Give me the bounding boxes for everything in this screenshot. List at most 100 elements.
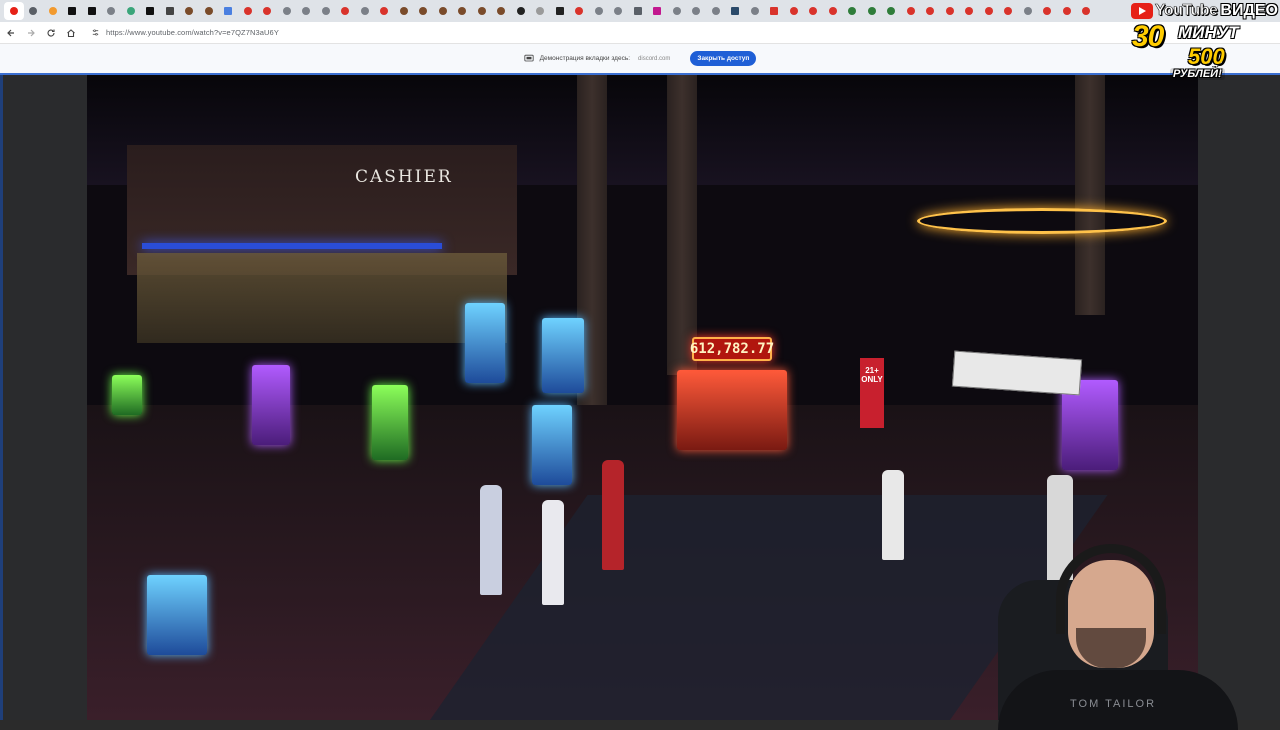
browser-tab[interactable]	[121, 2, 141, 20]
red-site-icon	[789, 7, 798, 15]
browser-toolbar: https://www.youtube.com/watch?v=e7QZ7N3a…	[0, 22, 1280, 44]
browser-tab[interactable]	[726, 2, 746, 20]
browser-tab[interactable]	[238, 2, 258, 20]
slot-machine	[532, 405, 572, 485]
youtube-icon	[9, 7, 18, 15]
globe-icon	[692, 7, 701, 15]
red-site-icon	[809, 7, 818, 15]
promo-banner: YouTube ВИДЕО 30 МИНУТ 500 РУБЛЕЙ!	[1128, 0, 1278, 88]
browser-tab[interactable]	[199, 2, 219, 20]
slot-machine	[112, 375, 142, 415]
browser-tab[interactable]	[687, 2, 707, 20]
browser-tab[interactable]	[531, 2, 551, 20]
browser-tab[interactable]	[648, 2, 668, 20]
browser-tab[interactable]	[784, 2, 804, 20]
slot-machine	[677, 370, 787, 450]
person	[480, 485, 502, 595]
back-arrow-icon	[7, 29, 14, 36]
red-site-icon	[1062, 7, 1071, 15]
brown-site-icon	[185, 7, 194, 15]
browser-tab[interactable]	[102, 2, 122, 20]
person	[882, 470, 904, 560]
browser-tab[interactable]	[999, 2, 1019, 20]
browser-tab[interactable]	[1057, 2, 1077, 20]
globe-icon	[711, 7, 720, 15]
browser-tab[interactable]	[960, 2, 980, 20]
forward-arrow-icon	[28, 29, 35, 36]
browser-tab[interactable]	[804, 2, 824, 20]
browser-tab[interactable]	[667, 2, 687, 20]
slot-machine	[465, 303, 505, 383]
red-site-icon	[263, 7, 272, 15]
promo-number: 30	[1132, 20, 1164, 53]
browser-tab[interactable]	[1018, 2, 1038, 20]
magenta-site-icon	[653, 7, 662, 15]
browser-tab[interactable]	[160, 2, 180, 20]
red-site-icon	[926, 7, 935, 15]
stop-sharing-button[interactable]: Закрыть доступ	[690, 51, 757, 66]
browser-tab[interactable]	[394, 2, 414, 20]
browser-tab[interactable]	[745, 2, 765, 20]
browser-tab[interactable]	[63, 2, 83, 20]
browser-tab[interactable]	[316, 2, 336, 20]
browser-tab[interactable]	[823, 2, 843, 20]
browser-tab[interactable]	[492, 2, 512, 20]
browser-tab[interactable]	[258, 2, 278, 20]
browser-tab[interactable]	[628, 2, 648, 20]
brown-site-icon	[497, 7, 506, 15]
forward-button[interactable]	[22, 24, 40, 42]
page-icon	[29, 7, 38, 15]
browser-tab[interactable]	[453, 2, 473, 20]
browser-tab[interactable]	[940, 2, 960, 20]
browser-tab[interactable]	[882, 2, 902, 20]
promo-youtube-word: YouTube	[1154, 2, 1219, 20]
browser-tab[interactable]	[472, 2, 492, 20]
browser-tab[interactable]	[862, 2, 882, 20]
browser-tab[interactable]	[375, 2, 395, 20]
github-icon	[516, 7, 525, 15]
cashier-sign: CASHIER	[355, 167, 453, 187]
browser-tab[interactable]	[336, 2, 356, 20]
browser-tab[interactable]	[82, 2, 102, 20]
promo-header: YouTube ВИДЕО	[1130, 2, 1278, 20]
back-button[interactable]	[2, 24, 20, 42]
browser-tab[interactable]	[43, 2, 63, 20]
browser-tab[interactable]	[843, 2, 863, 20]
browser-tab[interactable]	[609, 2, 629, 20]
browser-tab[interactable]	[355, 2, 375, 20]
url-text[interactable]: https://www.youtube.com/watch?v=e7QZ7N3a…	[106, 28, 279, 37]
shield-icon	[848, 7, 857, 15]
browser-tab[interactable]	[433, 2, 453, 20]
browser-tab[interactable]	[141, 2, 161, 20]
browser-tab[interactable]	[979, 2, 999, 20]
address-bar[interactable]: https://www.youtube.com/watch?v=e7QZ7N3a…	[88, 25, 279, 41]
youtube-logo-icon	[1130, 3, 1153, 19]
browser-tab[interactable]	[297, 2, 317, 20]
reload-button[interactable]	[42, 24, 60, 42]
browser-tab[interactable]	[901, 2, 921, 20]
red-site-icon	[341, 7, 350, 15]
shield-icon	[867, 7, 876, 15]
red-x-icon	[770, 7, 779, 15]
browser-tab[interactable]	[180, 2, 200, 20]
browser-tab[interactable]	[1077, 2, 1097, 20]
browser-tab[interactable]	[24, 2, 44, 20]
browser-tab[interactable]	[511, 2, 531, 20]
browser-tab[interactable]	[219, 2, 239, 20]
site-info-icon[interactable]	[88, 26, 102, 40]
tab-strip	[0, 0, 1280, 22]
globe-icon	[614, 7, 623, 15]
home-button[interactable]	[62, 24, 80, 42]
browser-tab[interactable]	[589, 2, 609, 20]
browser-tab[interactable]	[765, 2, 785, 20]
w-icon	[536, 7, 545, 15]
browser-tab[interactable]	[570, 2, 590, 20]
browser-tab[interactable]	[1038, 2, 1058, 20]
browser-tab[interactable]	[4, 2, 24, 20]
browser-tab[interactable]	[706, 2, 726, 20]
browser-tab[interactable]	[921, 2, 941, 20]
browser-tab[interactable]	[550, 2, 570, 20]
browser-tab[interactable]	[414, 2, 434, 20]
red-site-icon	[984, 7, 993, 15]
browser-tab[interactable]	[277, 2, 297, 20]
